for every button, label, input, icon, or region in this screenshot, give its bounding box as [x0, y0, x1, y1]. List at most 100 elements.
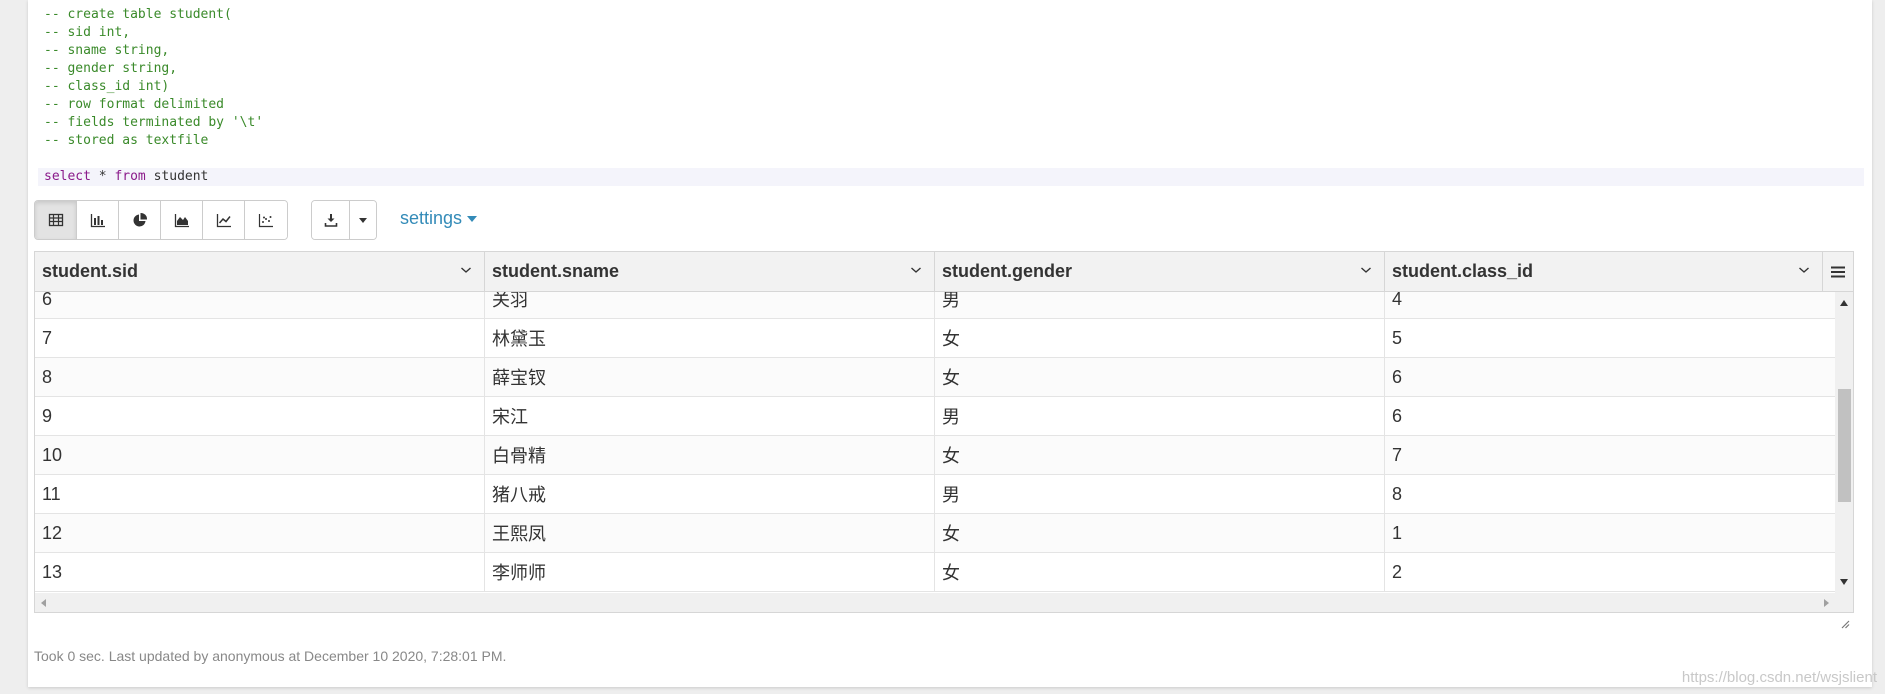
column-header-label: student.sid	[42, 261, 139, 281]
column-header-label: student.sname	[492, 261, 620, 281]
table-row[interactable]: 11 猪八戒男 8	[35, 475, 1835, 514]
caret-down-icon	[467, 215, 478, 222]
chevron-down-icon[interactable]	[460, 265, 472, 275]
grid-rows: 6 关羽男 4 7 林黛玉女 5 8 薛宝钗女 6 9 宋江男 6 10 白骨精女 7 11 猪八戒男 8 12 王熙…	[35, 292, 1835, 592]
table-cell: 林黛玉	[485, 319, 935, 357]
code-line: -- row format delimited	[44, 97, 225, 112]
line-chart-button[interactable]	[203, 201, 245, 239]
table-row[interactable]: 9 宋江男 6	[35, 397, 1835, 436]
grid-body: 6 关羽男 4 7 林黛玉女 5 8 薛宝钗女 6 9 宋江男 6 10 白骨精女 7 11 猪八戒男 8 12 王熙…	[35, 292, 1835, 593]
code-line: -- sid int,	[44, 25, 131, 40]
code-editor[interactable]: -- create table student( -- sid int, -- …	[38, 6, 1864, 190]
area-chart-button[interactable]	[161, 201, 203, 239]
scroll-right-icon[interactable]	[1824, 599, 1829, 607]
chevron-down-icon[interactable]	[1798, 265, 1810, 275]
table-cell: 6	[35, 292, 485, 318]
table-cell: 宋江	[485, 397, 935, 435]
table-cell: 女	[935, 436, 1385, 474]
scroll-up-icon[interactable]	[1840, 300, 1848, 306]
scroll-left-icon[interactable]	[41, 599, 46, 607]
table-row[interactable]: 8 薛宝钗女 6	[35, 358, 1835, 397]
code-line: -- create table student(	[44, 7, 232, 22]
pie-chart-icon	[133, 212, 147, 227]
resize-handle-icon[interactable]	[1840, 619, 1850, 629]
code-line: -- class_id int)	[44, 79, 170, 94]
table-cell: 11	[35, 475, 485, 513]
chevron-down-icon[interactable]	[1360, 265, 1372, 275]
grid-menu-button[interactable]	[1823, 252, 1853, 291]
watermark-text: https://blog.csdn.net/wsjslient	[1681, 669, 1877, 686]
table-row[interactable]: 10 白骨精女 7	[35, 436, 1835, 475]
column-header-gender[interactable]: student.gender	[935, 252, 1385, 291]
scatter-chart-icon	[258, 214, 273, 228]
view-mode-group	[34, 200, 288, 240]
settings-label: settings	[400, 208, 463, 228]
caret-down-icon	[359, 218, 367, 223]
bar-chart-button[interactable]	[77, 201, 119, 239]
hamburger-menu-icon	[1831, 266, 1845, 277]
table-cell: 关羽	[485, 292, 935, 318]
column-header-class-id[interactable]: student.class_id	[1385, 252, 1823, 291]
table-cell: 2	[1392, 561, 1403, 582]
table-cell: 8	[1392, 483, 1403, 504]
scroll-down-icon[interactable]	[1840, 579, 1848, 585]
query-text: *	[90, 169, 115, 184]
table-cell: 李师师	[485, 553, 935, 591]
grid-header: student.sid student.sname student.gender…	[35, 252, 1853, 292]
table-cell: 猪八戒	[485, 475, 935, 513]
table-cell: 男	[935, 292, 1385, 318]
query-text: student	[145, 169, 209, 184]
table-cell: 薛宝钗	[485, 358, 935, 396]
table-cell: 7	[35, 319, 485, 357]
vertical-scrollbar[interactable]	[1835, 292, 1853, 593]
table-cell: 白骨精	[485, 436, 935, 474]
table-cell: 9	[35, 397, 485, 435]
chevron-down-icon[interactable]	[910, 265, 922, 275]
code-line: -- fields terminated by '\t'	[44, 115, 264, 130]
table-cell: 10	[35, 436, 485, 474]
status-text: Took 0 sec. Last updated by anonymous at…	[34, 648, 507, 664]
table-view-button[interactable]	[35, 201, 77, 239]
table-cell: 女	[935, 514, 1385, 552]
column-header-sid[interactable]: student.sid	[35, 252, 485, 291]
code-line: -- gender string,	[44, 61, 178, 76]
table-cell: 女	[935, 553, 1385, 591]
table-cell: 男	[935, 397, 1385, 435]
table-row[interactable]: 7 林黛玉女 5	[35, 319, 1835, 358]
paragraph-panel: -- create table student( -- sid int, -- …	[28, 0, 1872, 687]
settings-dropdown[interactable]: settings	[400, 208, 478, 229]
download-button[interactable]	[312, 201, 350, 239]
area-chart-icon	[174, 214, 189, 228]
table-cell: 女	[935, 319, 1385, 357]
scrollbar-thumb[interactable]	[1838, 389, 1851, 502]
table-cell: 5	[1392, 327, 1403, 348]
download-icon	[324, 214, 337, 227]
table-row[interactable]: 13 李师师女 2	[35, 553, 1835, 592]
code-line: -- sname string,	[44, 43, 170, 58]
table-cell: 男	[935, 475, 1385, 513]
table-cell: 12	[35, 514, 485, 552]
line-chart-icon	[216, 214, 231, 228]
horizontal-scrollbar[interactable]	[35, 593, 1853, 612]
results-grid: student.sid student.sname student.gender…	[34, 251, 1854, 613]
download-dropdown-button[interactable]	[350, 201, 376, 239]
table-cell: 4	[1392, 292, 1403, 309]
table-row[interactable]: 12 王熙凤女 1	[35, 514, 1835, 553]
grid-icon	[48, 213, 63, 227]
column-header-label: student.gender	[942, 261, 1073, 281]
table-cell: 6	[1392, 405, 1403, 426]
scatter-chart-button[interactable]	[245, 201, 287, 239]
table-cell: 王熙凤	[485, 514, 935, 552]
result-toolbar: settings	[34, 200, 1864, 240]
pie-chart-button[interactable]	[119, 201, 161, 239]
column-header-sname[interactable]: student.sname	[485, 252, 935, 291]
table-cell: 女	[935, 358, 1385, 396]
keyword-select: select	[44, 169, 91, 184]
keyword-from: from	[114, 169, 146, 184]
table-row[interactable]: 6 关羽男 4	[35, 292, 1835, 319]
table-cell: 7	[1392, 444, 1403, 465]
bar-chart-icon	[90, 214, 105, 228]
code-line: -- stored as textfile	[44, 133, 209, 148]
table-cell: 13	[35, 553, 485, 591]
